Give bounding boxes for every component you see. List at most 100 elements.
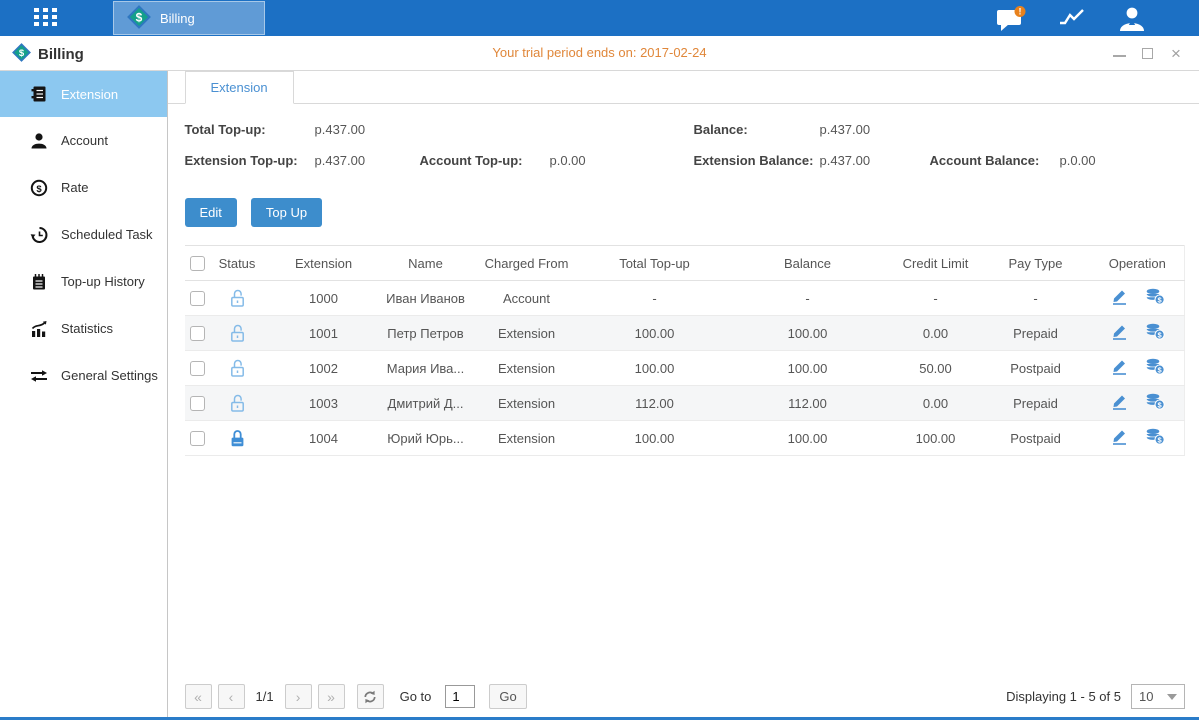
maximize-icon[interactable] [1142,48,1153,59]
window-titlebar: Your trial period ends on: 2017-02-24 $ … [0,36,1199,71]
svg-text:$: $ [19,48,25,59]
user-account-icon[interactable] [1118,6,1146,35]
billing-diamond-dollar-icon: $ [12,43,31,66]
edit-row-icon[interactable] [1110,288,1129,308]
trial-notice: Your trial period ends on: 2017-02-24 [0,45,1199,60]
locked-status-icon[interactable] [229,429,246,444]
prev-page-button[interactable]: ‹ [218,684,245,709]
row-checkbox[interactable] [190,361,205,376]
total-topup-value: p.437.00 [315,122,366,137]
sidebar-item-general-settings[interactable]: General Settings [0,352,167,399]
unlocked-status-icon[interactable] [229,394,246,409]
cell-credit-limit: - [891,281,981,316]
cell-charged-from: Extension [469,386,585,421]
notification-badge: ! [1019,7,1022,17]
topbar-tab-label: Billing [160,11,195,26]
pagination: « ‹ 1/1 › » Go to Go [185,684,527,709]
cell-extension: 1004 [265,421,383,456]
cell-extension: 1002 [265,351,383,386]
extension-balance-label: Extension Balance: [694,153,814,168]
top-up-row-icon[interactable]: $ [1145,393,1165,413]
page-size-value: 10 [1139,689,1153,704]
topbar-tab-billing[interactable]: $ Billing [113,1,265,35]
cell-name: Юрий Юрь... [383,421,469,456]
edit-row-icon[interactable] [1110,358,1129,378]
cell-total-topup: 100.00 [585,421,725,456]
cell-name: Иван Иванов [383,281,469,316]
reports-chart-icon[interactable] [1057,6,1087,33]
page-indicator: 1/1 [256,689,274,704]
cell-name: Петр Петров [383,316,469,351]
unlocked-status-icon[interactable] [229,324,246,339]
cell-name: Дмитрий Д... [383,386,469,421]
col-extension: Extension [265,246,383,281]
go-button[interactable]: Go [489,684,526,709]
sidebar-item-label: Extension [61,87,118,102]
top-up-row-icon[interactable]: $ [1145,358,1165,378]
edit-row-icon[interactable] [1110,428,1129,448]
edit-row-icon[interactable] [1110,323,1129,343]
top-up-row-icon[interactable]: $ [1145,323,1165,343]
sidebar-item-label: Statistics [61,321,113,336]
cell-charged-from: Account [469,281,585,316]
row-checkbox[interactable] [190,326,205,341]
displaying-text: Displaying 1 - 5 of 5 [1006,689,1121,704]
goto-label: Go to [400,689,432,704]
tab-extension[interactable]: Extension [185,71,294,104]
cell-credit-limit: 0.00 [891,386,981,421]
extension-topup-label: Extension Top-up: [185,153,298,168]
messages-icon[interactable]: ! [995,6,1029,35]
general-settings-sliders-icon [30,367,48,385]
unlocked-status-icon[interactable] [229,359,246,374]
window-title: $ Billing [12,43,84,66]
sidebar-item-topup-history[interactable]: Top-up History [0,258,167,305]
top-up-row-icon[interactable]: $ [1145,428,1165,448]
sidebar-item-rate[interactable]: $ Rate [0,164,167,211]
billing-summary: Total Top-up: p.437.00 Balance: p.437.00… [185,120,1186,182]
row-checkbox[interactable] [190,431,205,446]
sidebar-item-scheduled-task[interactable]: Scheduled Task [0,211,167,258]
table-header-row: Status Extension Name Charged From Total… [185,246,1185,281]
cell-balance: 100.00 [725,316,891,351]
top-up-row-icon[interactable]: $ [1145,288,1165,308]
cell-balance: - [725,281,891,316]
cell-pay-type: Postpaid [981,351,1091,386]
total-topup-label: Total Top-up: [185,122,266,137]
minimize-icon[interactable] [1113,49,1126,57]
edit-row-icon[interactable] [1110,393,1129,413]
edit-button[interactable]: Edit [185,198,237,227]
row-checkbox[interactable] [190,291,205,306]
app-launcher-icon[interactable] [34,8,60,28]
window-controls: × [1113,36,1183,70]
topup-history-notebook-icon [30,273,48,291]
cell-total-topup: 112.00 [585,386,725,421]
col-charged-from: Charged From [469,246,585,281]
sidebar-item-statistics[interactable]: Statistics [0,305,167,352]
unlocked-status-icon[interactable] [229,289,246,304]
refresh-button[interactable] [357,684,384,709]
svg-text:$: $ [136,10,143,24]
select-all-checkbox[interactable] [190,256,205,271]
close-icon[interactable]: × [1169,46,1183,60]
sidebar-item-account[interactable]: Account [0,117,167,164]
sidebar: Extension Account $ Rate [0,71,168,717]
sidebar-item-extension[interactable]: Extension [0,71,167,117]
balance-label: Balance: [694,122,748,137]
sidebar-item-label: Rate [61,180,88,195]
top-app-bar: $ Billing ! [0,0,1199,36]
col-pay-type: Pay Type [981,246,1091,281]
extension-topup-value: p.437.00 [315,153,366,168]
row-checkbox[interactable] [190,396,205,411]
sidebar-item-label: Account [61,133,108,148]
cell-credit-limit: 50.00 [891,351,981,386]
cell-total-topup: - [585,281,725,316]
top-up-button[interactable]: Top Up [251,198,322,227]
page-size-select[interactable]: 10 [1131,684,1185,709]
cell-total-topup: 100.00 [585,316,725,351]
goto-page-input[interactable] [445,685,475,708]
next-page-button[interactable]: › [285,684,312,709]
col-status: Status [210,246,265,281]
sidebar-item-label: Top-up History [61,274,145,289]
first-page-button[interactable]: « [185,684,212,709]
last-page-button[interactable]: » [318,684,345,709]
